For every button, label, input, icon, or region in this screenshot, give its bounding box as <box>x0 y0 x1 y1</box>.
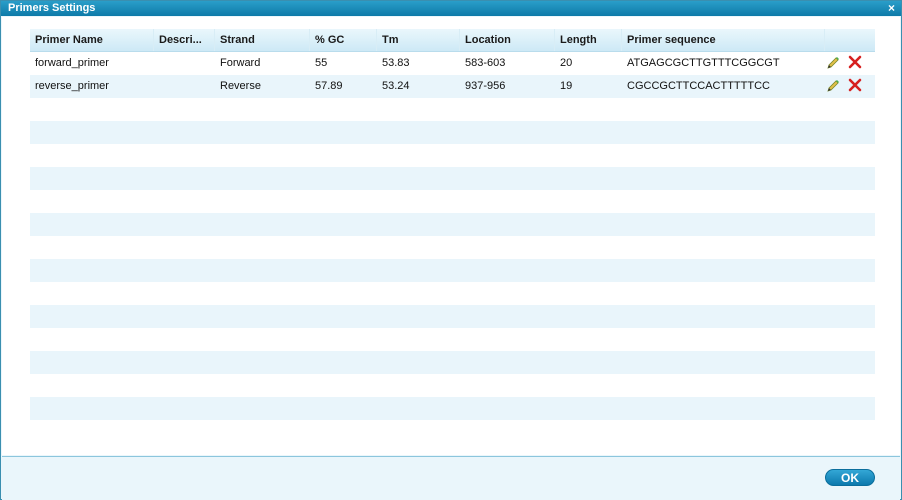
primers-settings-dialog: Primers Settings × Primer Name Descri...… <box>0 0 902 500</box>
pencil-icon[interactable] <box>826 79 840 93</box>
cell-primer-sequence: CGCCGCTTCCACTTTTTCC <box>627 80 770 92</box>
cell-length: 19 <box>560 80 573 92</box>
column-header-actions <box>825 29 875 51</box>
ok-button[interactable]: OK <box>825 469 875 486</box>
pencil-icon[interactable] <box>826 56 840 70</box>
delete-icon[interactable] <box>848 78 862 92</box>
cell-tm: 53.83 <box>382 57 410 69</box>
column-header-primer-name[interactable]: Primer Name <box>30 29 154 51</box>
cell-location: 583-603 <box>465 57 506 69</box>
table-row[interactable]: forward_primer Forward 55 53.83 583-603 … <box>30 52 875 75</box>
cell-description <box>154 52 215 75</box>
empty-row <box>30 121 875 144</box>
delete-icon[interactable] <box>848 55 862 69</box>
dialog-title: Primers Settings <box>8 2 96 14</box>
empty-row <box>30 144 875 167</box>
close-icon[interactable]: × <box>888 1 895 16</box>
column-header-location[interactable]: Location <box>460 29 555 51</box>
column-header-description[interactable]: Descri... <box>154 29 215 51</box>
cell-tm: 53.24 <box>382 80 410 92</box>
cell-length: 20 <box>560 57 573 69</box>
empty-row <box>30 259 875 282</box>
cell-strand: Forward <box>220 57 261 69</box>
empty-row <box>30 374 875 397</box>
empty-row <box>30 98 875 121</box>
cell-gc: 55 <box>315 57 328 69</box>
empty-row <box>30 351 875 374</box>
cell-location: 937-956 <box>465 80 506 92</box>
empty-row <box>30 420 875 443</box>
empty-row <box>30 397 875 420</box>
column-header-length[interactable]: Length <box>555 29 622 51</box>
empty-row <box>30 213 875 236</box>
cell-primer-name: forward_primer <box>35 57 109 69</box>
empty-row <box>30 167 875 190</box>
cell-gc: 57.89 <box>315 80 343 92</box>
cell-primer-sequence: ATGAGCGCTTGTTTCGGCGT <box>627 57 780 69</box>
empty-row <box>30 236 875 259</box>
empty-row <box>30 190 875 213</box>
table-header: Primer Name Descri... Strand % GC Tm Loc… <box>30 29 875 52</box>
column-header-strand[interactable]: Strand <box>215 29 310 51</box>
column-header-gc[interactable]: % GC <box>310 29 377 51</box>
column-header-primer-sequence[interactable]: Primer sequence <box>622 29 825 51</box>
empty-row <box>30 328 875 351</box>
title-bar[interactable]: Primers Settings × <box>1 1 901 16</box>
empty-row <box>30 305 875 328</box>
column-header-tm[interactable]: Tm <box>377 29 460 51</box>
cell-primer-name: reverse_primer <box>35 80 109 92</box>
cell-strand: Reverse <box>220 80 261 92</box>
table-row[interactable]: reverse_primer Reverse 57.89 53.24 937-9… <box>30 75 875 98</box>
primers-table: Primer Name Descri... Strand % GC Tm Loc… <box>30 29 875 443</box>
empty-row <box>30 282 875 305</box>
dialog-footer: OK <box>2 456 900 500</box>
dialog-content: Primer Name Descri... Strand % GC Tm Loc… <box>2 17 900 455</box>
cell-description <box>154 75 215 98</box>
